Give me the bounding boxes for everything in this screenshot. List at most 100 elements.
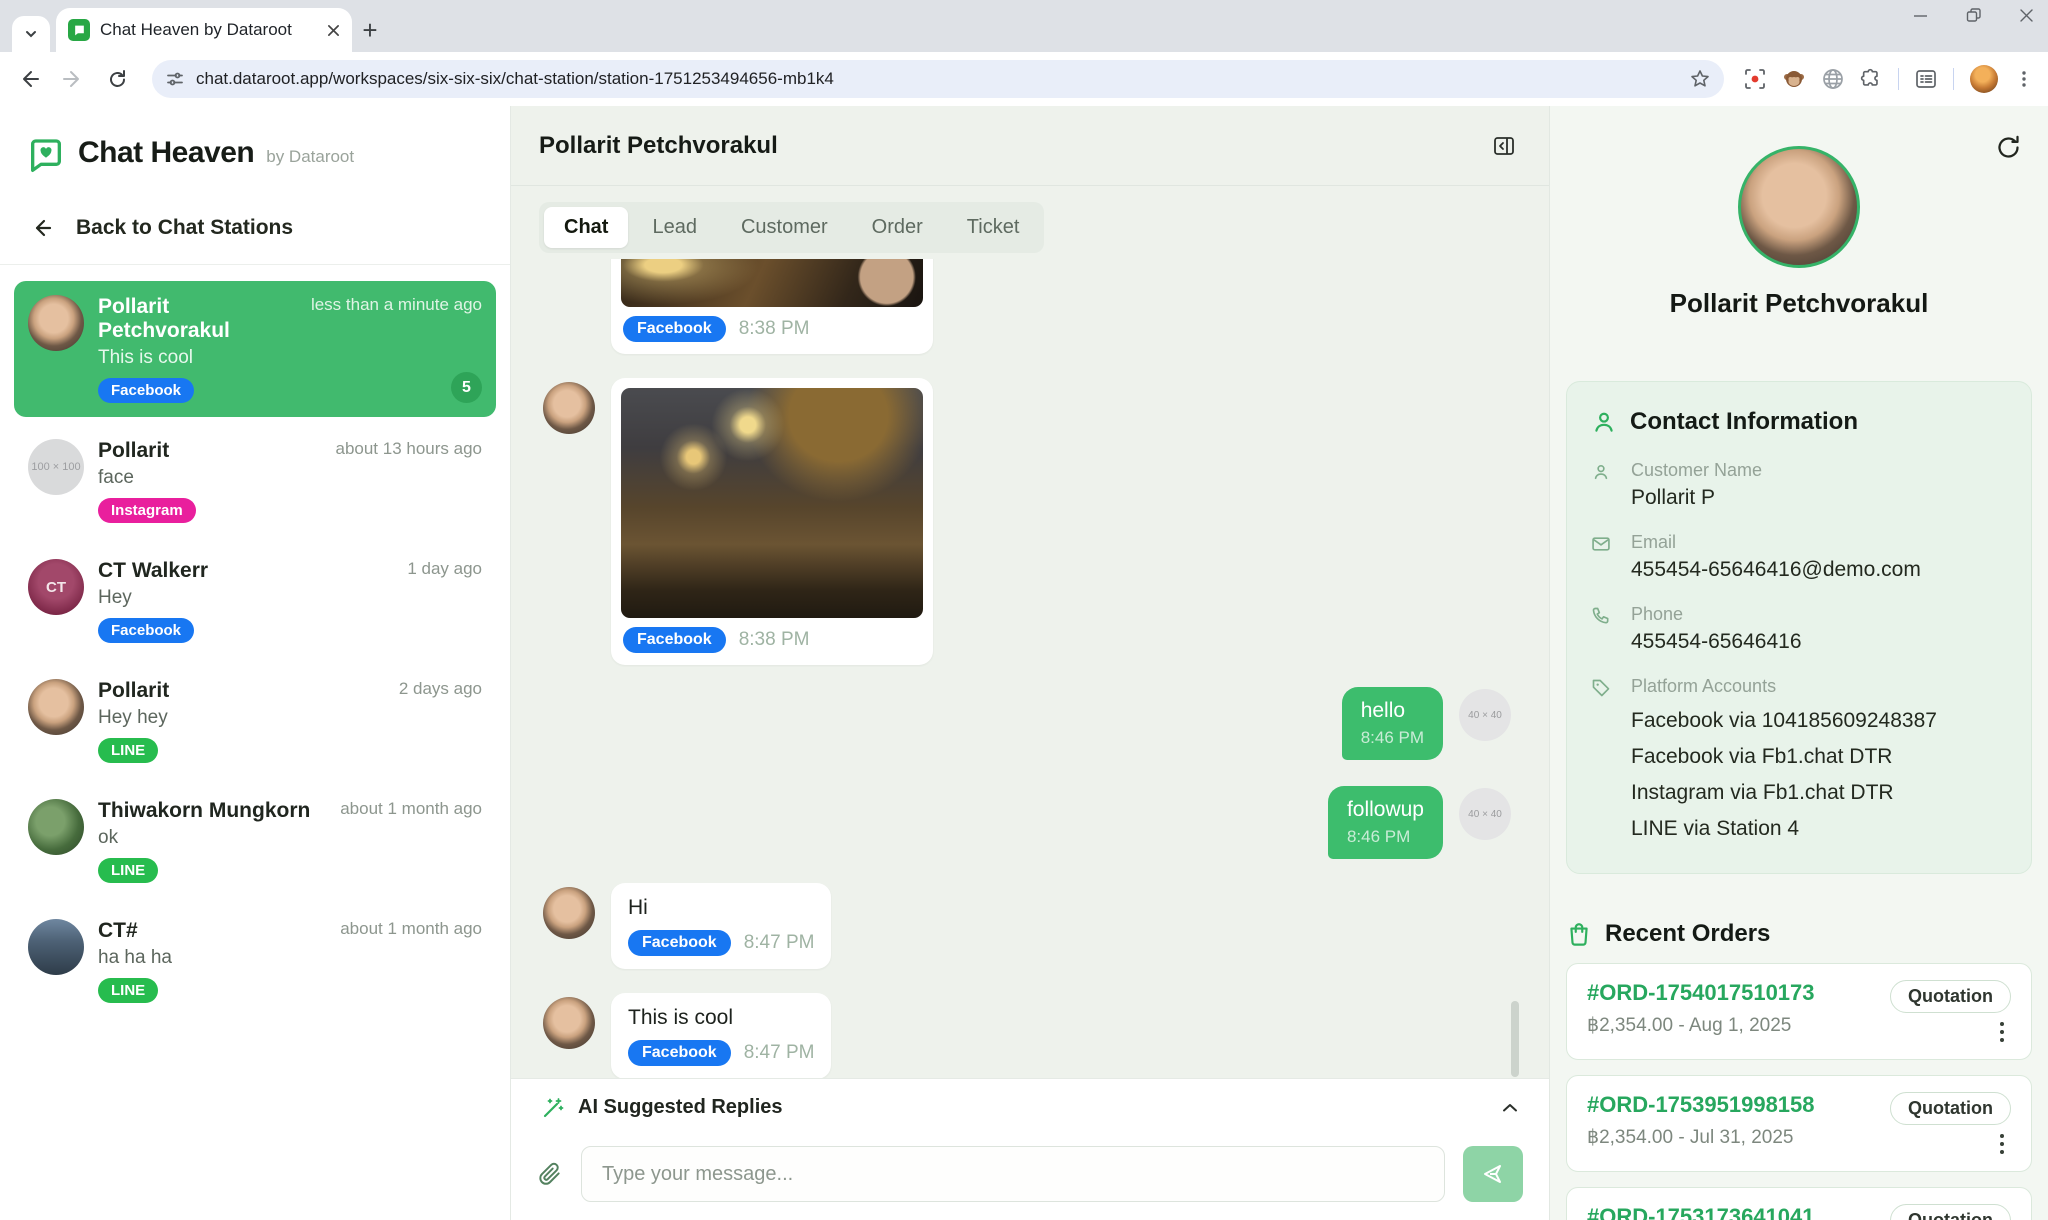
- collapse-panel-button[interactable]: [1487, 129, 1521, 163]
- conversation-time: about 13 hours ago: [335, 439, 482, 459]
- order-card[interactable]: #ORD-1754017510173 ฿2,354.00 - Aug 1, 20…: [1566, 963, 2032, 1060]
- browser-menu-icon[interactable]: [2014, 69, 2034, 89]
- monkey-extension-icon[interactable]: [1782, 67, 1806, 91]
- chat-panel: Pollarit Petchvorakul Chat Lead Customer…: [511, 106, 1549, 1220]
- conversation-name: Thiwakorn Mungkorn: [98, 799, 326, 823]
- profile-avatar: [1738, 146, 1860, 268]
- new-tab-button[interactable]: +: [352, 12, 388, 48]
- outgoing-message-bubble: followup 8:46 PM: [1328, 786, 1443, 859]
- profile-name: Pollarit Petchvorakul: [1566, 288, 2032, 319]
- avatar-placeholder: 40 × 40: [1459, 689, 1511, 741]
- chat-scrollbar[interactable]: [1511, 1001, 1519, 1077]
- back-button[interactable]: [14, 64, 44, 94]
- conversation-time: less than a minute ago: [311, 295, 482, 315]
- conversation-preview: Hey hey: [98, 707, 385, 729]
- conversation-time: 2 days ago: [399, 679, 482, 699]
- url-text[interactable]: chat.dataroot.app/workspaces/six-six-six…: [196, 69, 1678, 89]
- incoming-message-card: This is cool Facebook 8:47 PM: [611, 993, 831, 1078]
- screenshot-extension-icon[interactable]: [1744, 68, 1766, 90]
- chevron-down-icon: [24, 27, 38, 41]
- conversation-name: Pollarit: [98, 679, 385, 703]
- extensions-puzzle-icon[interactable]: [1860, 68, 1882, 90]
- platform-account: LINE via Station 4: [1631, 817, 1937, 841]
- conversations-sidebar: Chat Heaven by Dataroot Back to Chat Sta…: [0, 106, 511, 1220]
- order-card[interactable]: #ORD-1753951998158 ฿2,354.00 - Jul 31, 2…: [1566, 1075, 2032, 1172]
- back-to-stations-link[interactable]: Back to Chat Stations: [0, 176, 510, 265]
- tab-search-button[interactable]: [12, 16, 50, 52]
- reload-button[interactable]: [102, 64, 132, 94]
- order-card[interactable]: #ORD-1753173641041 ฿1,926.00 - Jul 22, 2…: [1566, 1187, 2032, 1220]
- recent-orders-heading: Recent Orders: [1605, 920, 1770, 948]
- sparkle-wand-icon: [541, 1096, 565, 1120]
- conversation-item[interactable]: Thiwakorn Mungkorn ok LINE about 1 month…: [14, 785, 496, 897]
- reading-list-icon[interactable]: [1915, 68, 1937, 90]
- avatar: 100 × 100: [28, 439, 84, 495]
- person-small-icon: [1591, 462, 1611, 482]
- tab-lead[interactable]: Lead: [632, 207, 717, 248]
- message-scroll-area[interactable]: Facebook 8:38 PM Facebook 8:38 PM: [539, 259, 1521, 1078]
- incoming-message-card: Hi Facebook 8:47 PM: [611, 883, 831, 969]
- chevron-up-icon[interactable]: [1501, 1099, 1519, 1117]
- phone-value: 455454-65646416: [1631, 630, 1802, 654]
- customer-profile-panel: Pollarit Petchvorakul Contact Informatio…: [1549, 106, 2048, 1220]
- order-detail: ฿2,354.00 - Jul 31, 2025: [1587, 1126, 1815, 1149]
- url-bar[interactable]: chat.dataroot.app/workspaces/six-six-six…: [152, 60, 1724, 98]
- message-time: 8:47 PM: [744, 1042, 815, 1064]
- order-id[interactable]: #ORD-1753173641041: [1587, 1204, 1815, 1220]
- conversation-item[interactable]: Pollarit Hey hey LINE 2 days ago: [14, 665, 496, 777]
- tab-chat[interactable]: Chat: [544, 207, 628, 248]
- tab-ticket[interactable]: Ticket: [947, 207, 1040, 248]
- maximize-icon[interactable]: [1966, 8, 1981, 23]
- forward-icon: [62, 68, 84, 90]
- kebab-menu-icon[interactable]: [1999, 1133, 2005, 1155]
- minimize-icon[interactable]: [1913, 8, 1928, 23]
- order-detail: ฿2,354.00 - Aug 1, 2025: [1587, 1014, 1815, 1037]
- platform-badge: Facebook: [623, 627, 726, 653]
- message-image[interactable]: [621, 388, 923, 618]
- paperclip-icon[interactable]: [537, 1161, 563, 1187]
- message-time: 8:47 PM: [744, 932, 815, 954]
- conversation-item[interactable]: CT CT Walkerr Hey Facebook 1 day ago: [14, 545, 496, 657]
- globe-extension-icon[interactable]: [1822, 68, 1844, 90]
- contact-information-card: Contact Information Customer Name Pollar…: [1566, 381, 2032, 874]
- avatar: CT: [28, 559, 84, 615]
- avatar: [543, 382, 595, 434]
- tab-order[interactable]: Order: [852, 207, 943, 248]
- browser-tab[interactable]: Chat Heaven by Dataroot: [56, 8, 352, 52]
- ai-suggested-replies-bar[interactable]: AI Suggested Replies: [511, 1078, 1549, 1136]
- order-id[interactable]: #ORD-1753951998158: [1587, 1092, 1815, 1118]
- message-time: 8:46 PM: [1347, 827, 1424, 847]
- message-text: This is cool: [628, 1006, 814, 1030]
- message-time: 8:38 PM: [739, 318, 810, 340]
- window-close-icon[interactable]: [2019, 8, 2034, 23]
- platform-badge: Facebook: [98, 618, 194, 643]
- conversation-time: about 1 month ago: [340, 919, 482, 939]
- avatar: [28, 679, 84, 735]
- kebab-menu-icon[interactable]: [1999, 1021, 2005, 1043]
- conversation-name: Pollarit Petchvorakul: [98, 295, 297, 343]
- message-text: hello: [1361, 699, 1424, 723]
- conversation-item[interactable]: Pollarit Petchvorakul This is cool Faceb…: [14, 281, 496, 417]
- conversation-preview: ok: [98, 827, 326, 849]
- tab-close-icon[interactable]: [327, 24, 340, 37]
- email-value: 455454-65646416@demo.com: [1631, 558, 1921, 582]
- chat-tabs: Chat Lead Customer Order Ticket: [539, 202, 1044, 253]
- browser-profile-avatar[interactable]: [1970, 65, 1998, 93]
- conversation-item[interactable]: 100 × 100 Pollarit face Instagram about …: [14, 425, 496, 537]
- browser-toolbar: chat.dataroot.app/workspaces/six-six-six…: [0, 52, 2048, 106]
- send-button[interactable]: [1463, 1146, 1523, 1202]
- ai-suggested-label: AI Suggested Replies: [578, 1096, 783, 1119]
- tab-customer[interactable]: Customer: [721, 207, 848, 248]
- site-settings-icon[interactable]: [166, 70, 184, 88]
- conversation-preview: face: [98, 467, 321, 489]
- conversation-item[interactable]: CT# ha ha ha LINE about 1 month ago: [14, 905, 496, 1017]
- app-name: Chat Heaven: [78, 136, 254, 170]
- bookmark-star-icon[interactable]: [1690, 69, 1710, 89]
- message-input[interactable]: [581, 1146, 1445, 1202]
- platform-badge: Facebook: [98, 378, 194, 403]
- message-image[interactable]: [621, 259, 923, 307]
- order-id[interactable]: #ORD-1754017510173: [1587, 980, 1815, 1006]
- avatar: [28, 295, 84, 351]
- forward-button[interactable]: [58, 64, 88, 94]
- refresh-icon[interactable]: [1995, 134, 2022, 161]
